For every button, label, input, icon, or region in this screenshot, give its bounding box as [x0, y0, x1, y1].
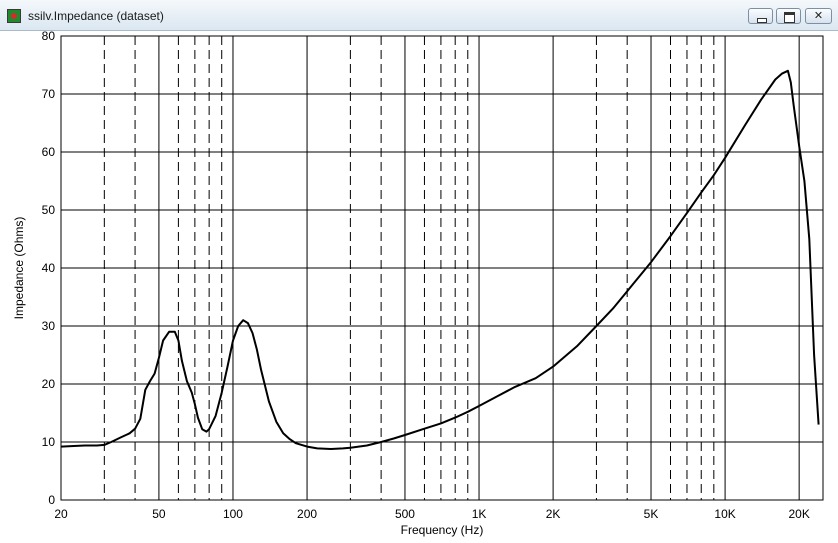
- minimize-button[interactable]: [748, 8, 773, 24]
- y-tick-label: 70: [42, 87, 56, 101]
- x-tick-label: 10K: [714, 507, 735, 521]
- y-tick-label: 10: [42, 435, 56, 449]
- curve-layer: [60, 69, 820, 450]
- close-icon: ✕: [813, 9, 824, 22]
- impedance-chart: 0 10 20 30 40 50 60 70 80 20 50 100 200 500 1K 2K 5K 10K…: [12, 31, 824, 537]
- y-tick-label: 30: [42, 319, 56, 333]
- x-tick-label: 100: [223, 507, 243, 521]
- dataset-window: ssilv.Impedance (dataset) ✕ 0 10 20 30 40 50 6…: [0, 0, 838, 543]
- y-tick-label: 20: [42, 377, 56, 391]
- maximize-icon: [784, 12, 795, 23]
- y-tick-label: 50: [42, 203, 56, 217]
- close-button[interactable]: ✕: [805, 8, 832, 24]
- app-icon[interactable]: [7, 9, 21, 23]
- x-tick-label: 20: [54, 507, 68, 521]
- y-tick-label: 60: [42, 145, 56, 159]
- maximize-button[interactable]: [776, 8, 801, 24]
- x-tick-label: 2K: [546, 507, 561, 521]
- y-tick-label: 0: [48, 493, 55, 507]
- y-tick-label: 40: [42, 261, 56, 275]
- grid: [61, 36, 823, 500]
- window-title: ssilv.Impedance (dataset): [28, 9, 164, 23]
- impedance-curve: [60, 69, 820, 450]
- y-axis-label: Impedance (Ohms): [12, 217, 26, 320]
- x-tick-label: 1K: [472, 507, 487, 521]
- x-tick-label: 500: [395, 507, 415, 521]
- y-tick-labels: 0 10 20 30 40 50 60 70 80: [42, 31, 56, 507]
- x-tick-label: 200: [297, 507, 317, 521]
- x-axis-label: Frequency (Hz): [401, 523, 484, 537]
- x-tick-label: 20K: [788, 507, 809, 521]
- x-tick-label: 5K: [644, 507, 659, 521]
- x-tick-labels: 20 50 100 200 500 1K 2K 5K 10K 20K: [54, 507, 810, 521]
- y-tick-label: 80: [42, 31, 56, 43]
- title-bar[interactable]: ssilv.Impedance (dataset) ✕: [0, 0, 838, 31]
- x-tick-label: 50: [152, 507, 166, 521]
- minimize-icon: [757, 18, 767, 23]
